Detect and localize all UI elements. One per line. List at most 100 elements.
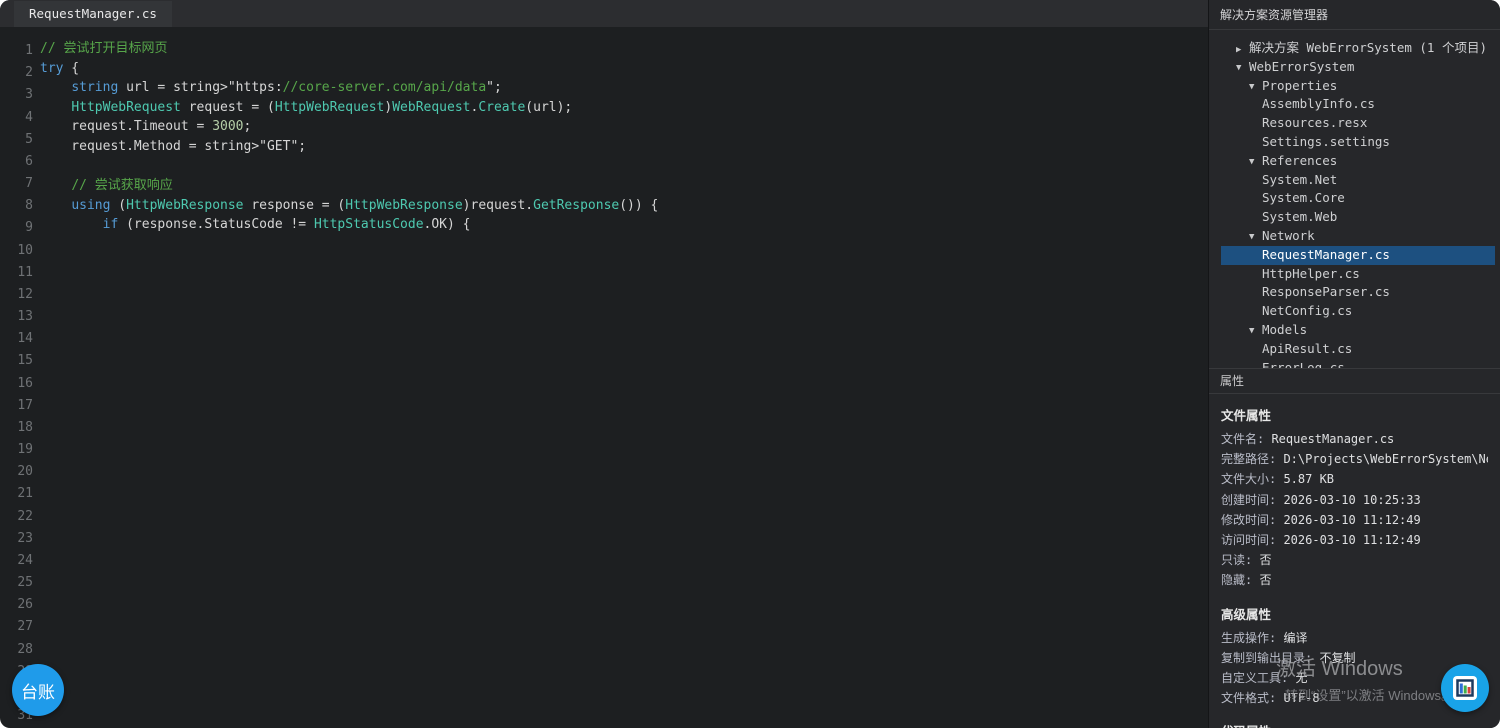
- taizhang-floating-button[interactable]: 台账: [12, 664, 64, 716]
- line-number: 3: [0, 84, 33, 106]
- tree-item-resources-resx[interactable]: Resources.resx: [1221, 114, 1495, 133]
- line-number: 7: [0, 173, 33, 195]
- property-value: 编译: [1283, 631, 1307, 645]
- tree-item-label: Resources.resx: [1262, 115, 1367, 130]
- side-panel: 解决方案资源管理器 ▶解决方案 WebErrorSystem (1 个项目)▼W…: [1208, 0, 1500, 728]
- tree-item-system-core[interactable]: System.Core: [1221, 189, 1495, 208]
- line-number: 20: [0, 461, 33, 483]
- code-line[interactable]: // 尝试获取响应: [40, 176, 658, 196]
- property-row: 修改时间: 2026-03-10 11:12:49: [1221, 510, 1488, 530]
- code-editor[interactable]: // 尝试打开目标网页try { string url = string>"ht…: [40, 39, 658, 235]
- property-value: 无: [1295, 671, 1307, 685]
- tree-item-system-net[interactable]: System.Net: [1221, 171, 1495, 190]
- tree-item--weberrorsystem-1-[interactable]: ▶解决方案 WebErrorSystem (1 个项目): [1221, 39, 1495, 58]
- line-number-gutter: 1234567891011121314151617181920212223242…: [0, 40, 33, 727]
- code-line[interactable]: using (HttpWebResponse response = (HttpW…: [40, 196, 658, 216]
- property-row: 文件名: RequestManager.cs: [1221, 429, 1488, 449]
- code-line[interactable]: request.Timeout = 3000;: [40, 117, 658, 137]
- code-line[interactable]: try {: [40, 59, 658, 79]
- tree-item-label: References: [1262, 153, 1337, 168]
- tree-item-label: ErrorLog.cs: [1262, 360, 1345, 368]
- property-group-header: 代码属性: [1221, 721, 1488, 728]
- tree-item-label: AssemblyInfo.cs: [1262, 96, 1375, 111]
- property-value: 不复制: [1319, 651, 1355, 665]
- line-number: 25: [0, 572, 33, 594]
- tree-item-system-web[interactable]: System.Web: [1221, 208, 1495, 227]
- line-number: 18: [0, 417, 33, 439]
- property-value: 2026-03-10 10:25:33: [1283, 493, 1420, 507]
- chevron-down-icon[interactable]: ▼: [1236, 59, 1249, 76]
- tree-item-label: Network: [1262, 228, 1315, 243]
- code-line[interactable]: request.Method = string>"GET";: [40, 137, 658, 157]
- code-line[interactable]: HttpWebRequest request = (HttpWebRequest…: [40, 98, 658, 118]
- tree-item-netconfig-cs[interactable]: NetConfig.cs: [1221, 302, 1495, 321]
- tree-item-label: Properties: [1262, 78, 1337, 93]
- property-label: 只读:: [1221, 553, 1259, 567]
- tree-item-weberrorsystem[interactable]: ▼WebErrorSystem: [1221, 58, 1495, 77]
- property-label: 修改时间:: [1221, 513, 1283, 527]
- property-label: 隐藏:: [1221, 573, 1259, 587]
- property-label: 文件格式:: [1221, 691, 1283, 705]
- tree-item-properties[interactable]: ▼Properties: [1221, 77, 1495, 96]
- property-value: RequestManager.cs: [1271, 432, 1394, 446]
- chart-app-floating-button[interactable]: [1441, 664, 1489, 712]
- tree-item-responseparser-cs[interactable]: ResponseParser.cs: [1221, 283, 1495, 302]
- property-row: 生成操作: 编译: [1221, 628, 1488, 648]
- solution-explorer-tree: ▶解决方案 WebErrorSystem (1 个项目)▼WebErrorSys…: [1209, 31, 1500, 368]
- tree-item-label: ApiResult.cs: [1262, 341, 1352, 356]
- line-number: 14: [0, 328, 33, 350]
- property-row: 复制到输出目录: 不复制: [1221, 648, 1488, 668]
- property-label: 创建时间:: [1221, 493, 1283, 507]
- line-number: 6: [0, 151, 33, 173]
- tree-item-label: 解决方案 WebErrorSystem (1 个项目): [1249, 40, 1487, 55]
- line-number: 9: [0, 217, 33, 239]
- property-group-header: 高级属性: [1221, 604, 1488, 623]
- tree-item-label: System.Net: [1262, 172, 1337, 187]
- property-label: 文件名:: [1221, 432, 1271, 446]
- property-row: 完整路径: D:\Projects\WebErrorSystem\Network…: [1221, 449, 1488, 469]
- code-line[interactable]: [40, 157, 658, 177]
- tree-item-label: HttpHelper.cs: [1262, 266, 1360, 281]
- tree-item-httphelper-cs[interactable]: HttpHelper.cs: [1221, 265, 1495, 284]
- tree-item-assemblyinfo-cs[interactable]: AssemblyInfo.cs: [1221, 95, 1495, 114]
- property-label: 复制到输出目录:: [1221, 651, 1319, 665]
- line-number: 24: [0, 550, 33, 572]
- property-value: UTF-8: [1283, 691, 1319, 705]
- code-line[interactable]: if (response.StatusCode != HttpStatusCod…: [40, 215, 658, 235]
- line-number: 8: [0, 195, 33, 217]
- line-number: 13: [0, 306, 33, 328]
- line-number: 26: [0, 594, 33, 616]
- line-number: 15: [0, 350, 33, 372]
- bar-chart-icon: [1451, 674, 1479, 702]
- tree-item-label: WebErrorSystem: [1249, 59, 1354, 74]
- chevron-down-icon[interactable]: ▼: [1249, 78, 1262, 95]
- property-value: 2026-03-10 11:12:49: [1283, 513, 1420, 527]
- chevron-down-icon[interactable]: ▼: [1249, 228, 1262, 245]
- code-line[interactable]: // 尝试打开目标网页: [40, 39, 658, 59]
- editor-tab-bar: RequestManager.cs: [0, 0, 1208, 27]
- chevron-right-icon[interactable]: ▶: [1236, 41, 1249, 58]
- tree-item-label: ResponseParser.cs: [1262, 284, 1390, 299]
- property-value: 否: [1259, 573, 1271, 587]
- line-number: 12: [0, 284, 33, 306]
- tab-requestmanager[interactable]: RequestManager.cs: [14, 1, 172, 27]
- tree-item-references[interactable]: ▼References: [1221, 152, 1495, 171]
- chevron-down-icon[interactable]: ▼: [1249, 153, 1262, 170]
- tree-item-models[interactable]: ▼Models: [1221, 321, 1495, 340]
- tree-item-settings-settings[interactable]: Settings.settings: [1221, 133, 1495, 152]
- chevron-down-icon[interactable]: ▼: [1249, 322, 1262, 339]
- tree-item-requestmanager-cs[interactable]: RequestManager.cs: [1221, 246, 1495, 265]
- line-number: 22: [0, 506, 33, 528]
- tree-item-network[interactable]: ▼Network: [1221, 227, 1495, 246]
- line-number: 27: [0, 616, 33, 638]
- code-line[interactable]: string url = string>"https://core-server…: [40, 78, 658, 98]
- property-row: 只读: 否: [1221, 550, 1488, 570]
- tree-item-label: System.Web: [1262, 209, 1337, 224]
- properties-panel-header: 属性: [1209, 368, 1500, 394]
- tree-item-apiresult-cs[interactable]: ApiResult.cs: [1221, 340, 1495, 359]
- line-number: 23: [0, 528, 33, 550]
- line-number: 4: [0, 107, 33, 129]
- tree-item-errorlog-cs[interactable]: ErrorLog.cs: [1221, 359, 1495, 368]
- line-number: 1: [0, 40, 33, 62]
- line-number: 5: [0, 129, 33, 151]
